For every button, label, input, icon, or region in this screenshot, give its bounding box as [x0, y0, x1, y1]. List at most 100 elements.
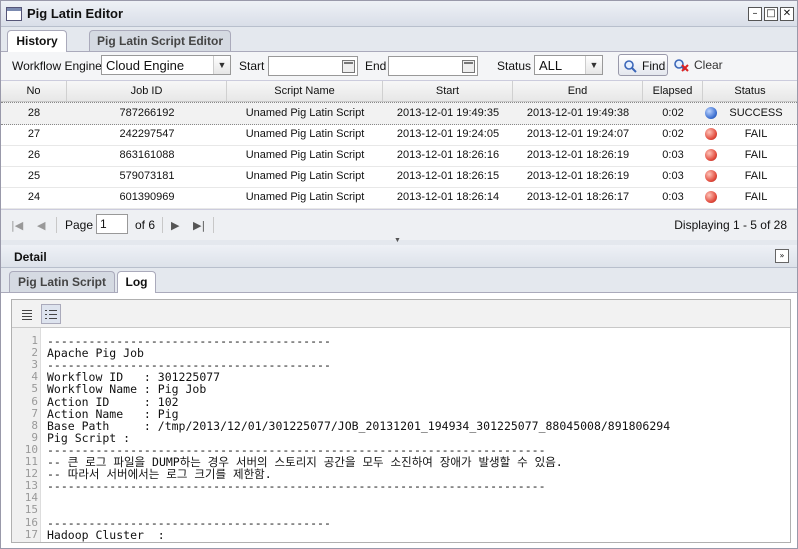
cell-start: 2013-12-01 19:24:05: [396, 128, 500, 140]
column-header-start[interactable]: Start: [383, 81, 513, 101]
column-header-no[interactable]: No: [1, 81, 67, 101]
calendar-icon[interactable]: [462, 60, 475, 73]
end-label: End: [365, 59, 387, 73]
filter-toolbar: Workflow Engine Cloud Engine ▼ Start End…: [1, 52, 797, 81]
start-date-field[interactable]: [268, 56, 358, 76]
log-line: Action ID : 102: [47, 394, 179, 409]
tab-pig-latin-script-editor[interactable]: Pig Latin Script Editor: [89, 30, 231, 51]
clear-search-icon: [674, 59, 689, 72]
cell-script-name: Unamed Pig Latin Script: [245, 128, 365, 140]
pager-separator: [162, 217, 163, 233]
status-select[interactable]: ALL ▼: [534, 55, 603, 75]
cell-elapsed: 0:03: [662, 149, 684, 161]
log-line: Workflow Name : Pig Job: [47, 382, 207, 397]
detail-tabs: Pig Latin Script Log: [1, 268, 797, 293]
status-fail-icon: [705, 128, 717, 140]
find-label: Find: [642, 59, 666, 73]
cell-no: 26: [27, 149, 41, 161]
main-tabs: History Pig Latin Script Editor: [1, 27, 797, 52]
cell-script-name: Unamed Pig Latin Script: [245, 107, 365, 119]
status-fail-icon: [705, 149, 717, 161]
cell-elapsed: 0:02: [662, 128, 684, 140]
pager-separator: [213, 217, 214, 233]
line-number: 16: [24, 515, 38, 529]
tab-history[interactable]: History: [7, 30, 67, 52]
status-label: Status: [497, 59, 532, 73]
column-header-elapsed[interactable]: Elapsed: [643, 81, 703, 101]
tab-log[interactable]: Log: [117, 271, 156, 293]
window-icon: [6, 7, 22, 21]
cell-status: FAIL: [744, 191, 768, 203]
tab-pig-latin-script[interactable]: Pig Latin Script: [9, 271, 115, 292]
collapse-icon[interactable]: »: [775, 249, 789, 263]
column-header-end[interactable]: End: [513, 81, 643, 101]
status-fail-icon: [705, 170, 717, 182]
log-line: ----------------------------------------…: [47, 515, 331, 530]
clear-label: Clear: [694, 58, 723, 72]
chevron-down-icon[interactable]: ▼: [585, 56, 602, 74]
cell-no: 28: [27, 107, 41, 119]
last-page-icon[interactable]: ▶|: [193, 219, 205, 232]
cell-job-id: 601390969: [119, 191, 175, 203]
close-icon[interactable]: ✕: [780, 7, 794, 21]
next-page-icon[interactable]: ▶: [171, 219, 179, 232]
cell-elapsed: 0:03: [662, 170, 684, 182]
table-row[interactable]: 27 242297547 Unamed Pig Latin Script 201…: [1, 124, 797, 146]
log-line: Hadoop Cluster :: [47, 527, 165, 542]
calendar-icon[interactable]: [342, 60, 355, 73]
cell-elapsed: 0:03: [662, 191, 684, 203]
table-row[interactable]: 24 601390969 Unamed Pig Latin Script 201…: [1, 187, 797, 209]
title-bar[interactable]: Pig Latin Editor – □ ✕: [1, 1, 797, 27]
table-row[interactable]: 26 863161088 Unamed Pig Latin Script 201…: [1, 145, 797, 167]
detail-panel-header: Detail »: [1, 245, 797, 268]
log-viewer[interactable]: 1 ---------------------------------------…: [11, 299, 791, 543]
cell-end: 2013-12-01 18:26:17: [526, 191, 630, 203]
pager-separator: [56, 217, 57, 233]
workflow-engine-value: Cloud Engine: [106, 58, 185, 73]
line-numbers-icon[interactable]: [41, 304, 61, 324]
cell-start: 2013-12-01 18:26:15: [396, 170, 500, 182]
cell-elapsed: 0:02: [662, 107, 684, 119]
minimize-icon[interactable]: –: [748, 7, 762, 21]
status-value: ALL: [539, 58, 563, 73]
table-row[interactable]: 25 579073181 Unamed Pig Latin Script 201…: [1, 166, 797, 188]
detail-title: Detail: [14, 250, 47, 264]
first-page-icon[interactable]: |◀: [11, 219, 23, 232]
cell-status: FAIL: [744, 128, 768, 140]
cell-status: FAIL: [744, 170, 768, 182]
cell-job-id: 787266192: [119, 107, 175, 119]
status-fail-icon: [705, 191, 717, 203]
line-number: 8: [31, 418, 38, 432]
clear-button[interactable]: Clear: [673, 54, 723, 76]
end-date-field[interactable]: [388, 56, 478, 76]
chevron-down-icon[interactable]: ▼: [213, 56, 230, 74]
cell-script-name: Unamed Pig Latin Script: [245, 149, 365, 161]
page-number-input[interactable]: 1: [96, 214, 128, 234]
prev-page-icon[interactable]: ◀: [37, 219, 45, 232]
window-title: Pig Latin Editor: [27, 6, 124, 21]
cell-job-id: 242297547: [119, 128, 175, 140]
column-header-script-name[interactable]: Script Name: [227, 81, 383, 101]
page-label: Page: [65, 218, 94, 232]
workflow-engine-select[interactable]: Cloud Engine ▼: [101, 55, 231, 75]
splitter-arrow-icon[interactable]: ▼: [394, 237, 401, 244]
cell-job-id: 579073181: [119, 170, 175, 182]
grid-header: No Job ID Script Name Start End Elapsed …: [1, 81, 797, 102]
wrap-text-icon[interactable]: [17, 304, 37, 324]
maximize-icon[interactable]: □: [764, 7, 778, 21]
pig-latin-editor-window: Pig Latin Editor – □ ✕ History Pig Latin…: [0, 0, 798, 549]
cell-script-name: Unamed Pig Latin Script: [245, 191, 365, 203]
display-count-text: Displaying 1 - 5 of 28: [674, 218, 787, 232]
cell-status: FAIL: [744, 149, 768, 161]
find-button[interactable]: Find: [618, 54, 668, 76]
cell-status: SUCCESS: [729, 107, 783, 119]
log-line: Action Name : Pig: [47, 406, 179, 421]
table-row[interactable]: 28 787266192 Unamed Pig Latin Script 201…: [1, 102, 797, 125]
column-header-status[interactable]: Status: [703, 81, 797, 101]
log-toolbar: [12, 300, 790, 328]
cell-no: 25: [27, 170, 41, 182]
cell-start: 2013-12-01 18:26:16: [396, 149, 500, 161]
cell-end: 2013-12-01 18:26:19: [526, 149, 630, 161]
line-number: 17: [24, 527, 38, 541]
column-header-job-id[interactable]: Job ID: [67, 81, 227, 101]
